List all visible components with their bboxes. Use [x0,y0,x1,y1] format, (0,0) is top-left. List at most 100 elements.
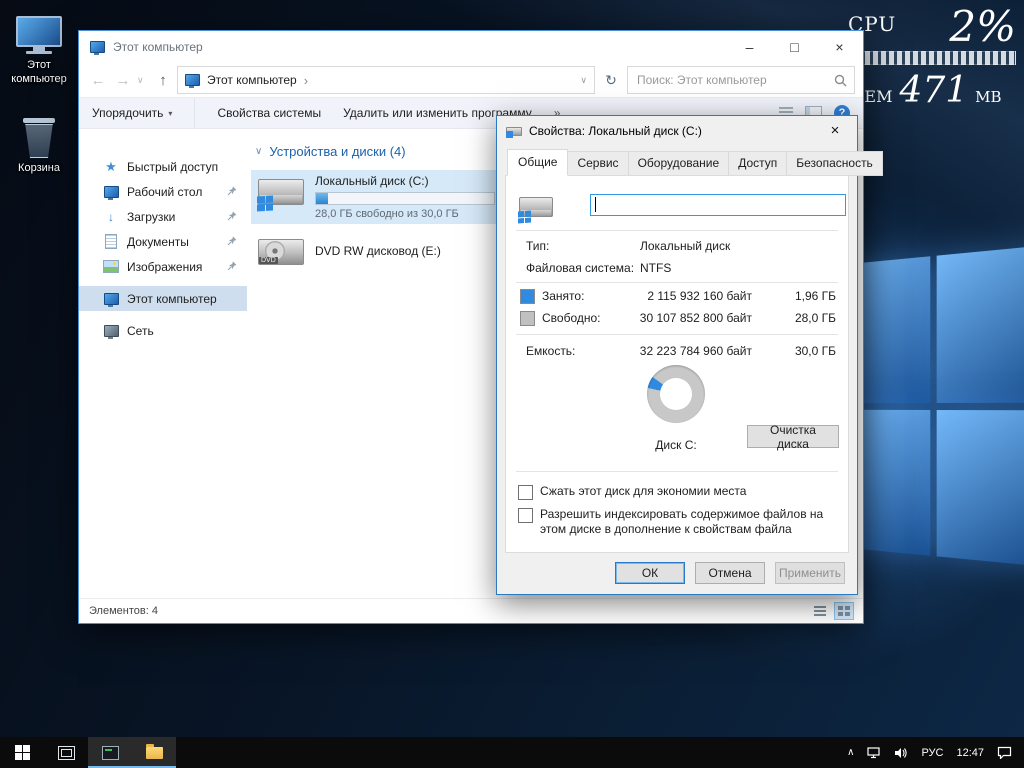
star-icon: ★ [105,158,117,174]
capacity-size: 30,0 ГБ [794,344,836,358]
close-button[interactable]: × [817,32,862,61]
toolbar-divider [194,98,196,128]
free-size: 28,0 ГБ [794,311,836,325]
download-icon: ↓ [108,209,114,224]
sidebar-item-pictures[interactable]: Изображения [79,254,247,279]
capacity-label: Емкость: [526,344,576,358]
search-icon [834,74,847,86]
compress-checkbox[interactable] [518,485,533,500]
sidebar-item-network[interactable]: Сеть [79,318,247,343]
used-label: Занято: [542,289,585,303]
volume-label-input[interactable] [590,194,846,216]
system-properties-command[interactable]: Свойства системы [217,106,321,120]
hidden-icons-chevron-icon[interactable]: ∧ [847,747,854,758]
maximize-button[interactable]: □ [772,32,817,61]
tab-sharing[interactable]: Доступ [728,151,788,176]
task-view-button[interactable] [44,737,88,768]
desktop-icon-recycle-bin[interactable]: Корзина [0,118,78,176]
drive-name: Локальный диск (C:) [315,174,429,188]
dialog-tabs: Общие Сервис Оборудование Доступ Безопас… [507,149,883,176]
sidebar-item-desktop[interactable]: Рабочий стол [79,179,247,204]
windows-start-icon [14,745,30,760]
pin-icon [227,211,237,221]
mem-unit: MB [975,88,1002,106]
indexing-checkbox[interactable] [518,508,533,523]
drive-usage-bar [315,192,495,205]
items-count: Элементов: 4 [89,605,158,617]
network-icon[interactable] [867,746,882,759]
up-button[interactable]: ↑ [152,72,174,89]
recycle-bin-icon [21,118,57,160]
taskbar: ∧ РУС 12:47 [0,737,1024,768]
sidebar-item-label: Сеть [127,323,154,338]
sidebar-item-label: Быстрый доступ [127,159,219,174]
refresh-button[interactable]: ↻ [598,67,624,93]
taskbar-app-monitor[interactable] [88,737,132,768]
apply-button[interactable]: Применить [775,562,845,584]
compress-checkbox-row[interactable]: Сжать этот диск для экономии места [518,484,838,500]
forward-button[interactable]: → [112,72,134,89]
address-dropdown-icon[interactable]: ∨ [580,75,587,86]
tab-hardware[interactable]: Оборудование [627,151,730,176]
desktop-icon-this-pc[interactable]: Этот компьютер [0,16,78,87]
used-space-swatch [520,289,535,304]
dialog-title: Свойства: Локальный диск (C:) [529,124,702,138]
start-button[interactable] [0,737,44,768]
taskbar-app-explorer[interactable] [132,737,176,768]
volume-icon[interactable] [895,747,908,759]
clock[interactable]: 12:47 [956,747,984,759]
dialog-titlebar[interactable]: Свойства: Локальный диск (C:) × [497,116,857,146]
language-indicator[interactable]: РУС [921,747,943,759]
system-monitor-icon [101,745,119,760]
indexing-checkbox-row[interactable]: Разрешить индексировать содержимое файло… [518,507,838,536]
search-box[interactable] [627,66,855,94]
navigation-bar: ← → ∨ ↑ Этот компьютер › ∨ ↻ [79,63,863,98]
search-input[interactable] [635,72,834,88]
pin-icon [227,261,237,271]
tab-security[interactable]: Безопасность [786,151,883,176]
explorer-titlebar[interactable]: Этот компьютер – □ × [79,31,863,63]
cpu-mem-gadget: CPU 2% MEM 471 MB [848,6,1016,109]
windows-flag-icon [518,210,531,224]
list-view-toggle[interactable] [811,603,829,619]
sidebar-item-label: Этот компьютер [127,291,217,306]
cancel-button[interactable]: Отмена [695,562,765,584]
pin-icon [227,186,237,196]
disk-cleanup-button[interactable]: Очистка диска [747,423,839,451]
organize-menu[interactable]: Упорядочить ▾ [92,106,172,120]
sidebar-item-documents[interactable]: Документы [79,229,247,254]
document-icon [105,234,117,249]
this-pc-icon [16,16,62,56]
disk-usage-donut-chart [647,365,705,423]
used-size: 1,96 ГБ [794,289,836,303]
breadcrumb[interactable]: Этот компьютер [207,73,297,87]
close-icon[interactable]: × [814,117,856,144]
hard-drive-icon [518,192,554,224]
collapse-icon[interactable]: ∨ [255,146,262,157]
thumbnail-view-toggle[interactable] [834,602,854,620]
free-label: Свободно: [542,311,601,325]
address-bar[interactable]: Этот компьютер › ∨ [177,66,595,94]
folder-icon [145,743,163,759]
drive-free-space: 28,0 ГБ свободно из 30,0 ГБ [315,208,459,220]
group-header-label: Устройства и диски (4) [269,144,406,159]
tab-tools[interactable]: Сервис [567,151,629,176]
this-pc-icon [103,292,119,307]
tab-page-general: Тип: Локальный диск Файловая система: NT… [505,175,849,553]
back-button[interactable]: ← [87,72,109,89]
sidebar-item-label: Рабочий стол [127,184,203,199]
hard-drive-icon [257,174,305,212]
recent-locations-dropdown-icon[interactable]: ∨ [137,75,149,86]
pin-icon [227,236,237,246]
sidebar-item-downloads[interactable]: ↓ Загрузки [79,204,247,229]
tab-general[interactable]: Общие [507,149,569,176]
group-header-devices[interactable]: ∨ Устройства и диски (4) [255,144,406,159]
breadcrumb-separator-icon[interactable]: › [304,73,308,88]
filesystem-label: Файловая система: [526,261,635,275]
minimize-button[interactable]: – [727,32,772,61]
ok-button[interactable]: ОК [615,562,685,584]
organize-label: Упорядочить [92,106,164,120]
action-center-icon[interactable] [997,746,1012,759]
sidebar-item-this-pc[interactable]: Этот компьютер [79,286,247,311]
sidebar-item-quick-access[interactable]: ★ Быстрый доступ [79,154,247,179]
